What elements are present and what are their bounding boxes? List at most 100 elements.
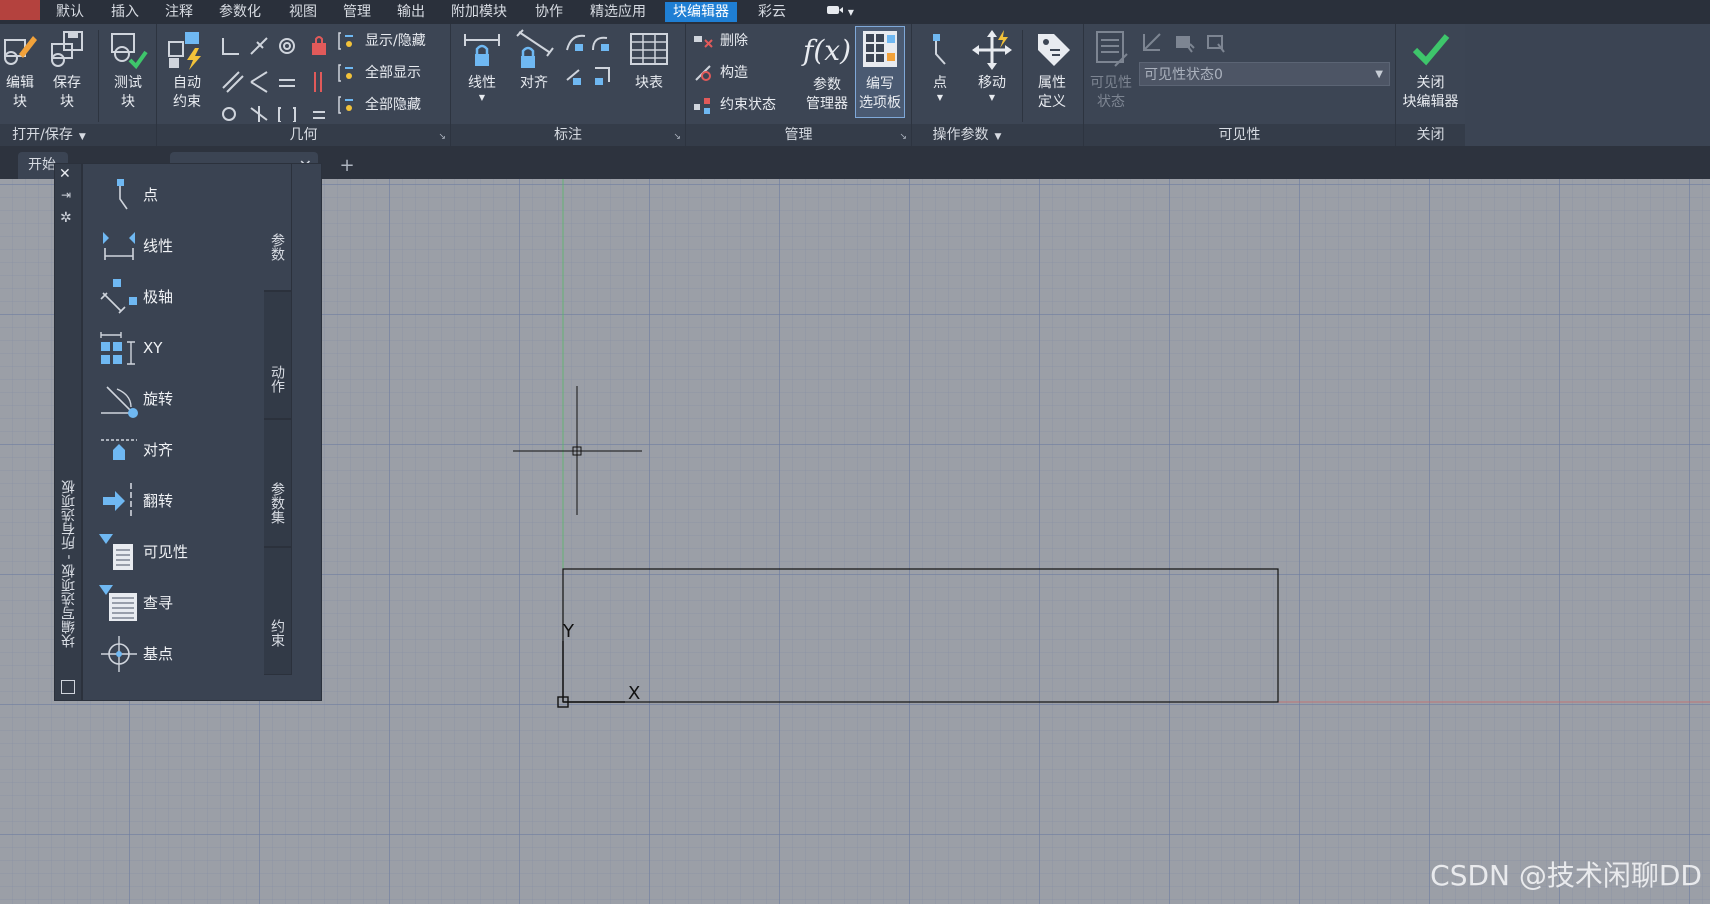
- auto-constrain-button[interactable]: 自动 约束: [163, 28, 211, 112]
- autohide-icon[interactable]: ⇥: [61, 188, 71, 202]
- constraint-status-button[interactable]: 约束状态: [692, 92, 776, 118]
- show-all-button[interactable]: 全部显示: [337, 60, 421, 86]
- panel-open-save: 编辑 块 保存 块 测试 块 打开/保存 ▼: [0, 24, 157, 146]
- dialog-launcher-icon[interactable]: ↘: [438, 132, 446, 142]
- workspace-dropdown[interactable]: ▾: [826, 4, 858, 20]
- edit-block-label-2: 块: [13, 94, 27, 110]
- point-param-icon: [933, 34, 946, 65]
- panel-geometry: 自动 约束 显示/隐藏 全部显示 全部隐藏 几何 ↘: [157, 24, 451, 146]
- palette-item-polar[interactable]: 极轴: [97, 276, 173, 316]
- save-block-label-2: 块: [60, 94, 74, 110]
- test-block-button[interactable]: 测试 块: [106, 28, 150, 112]
- palette-item-visibility[interactable]: 可见性: [97, 531, 188, 571]
- panel-manage: 删除 构造 约束状态 f(x) 参数 管理器 编写 选项板 管理 ↘: [686, 24, 912, 146]
- tab-caiyun[interactable]: 彩云: [750, 2, 794, 22]
- table-icon: [630, 33, 668, 65]
- hide-all-icon: [338, 96, 353, 114]
- crosshair-cursor: [513, 386, 642, 515]
- side-tab-parameter-sets[interactable]: 参数集: [264, 419, 292, 547]
- ucs-icon: [557, 641, 625, 708]
- palette-item-base-point[interactable]: 基点: [97, 633, 173, 673]
- linear-button[interactable]: 线性 ▼: [459, 28, 505, 103]
- side-tab-constraints[interactable]: 约束: [264, 547, 292, 675]
- linear-param-icon: [103, 231, 135, 260]
- delete-icon: [694, 36, 713, 48]
- visibility-state-select[interactable]: 可见性状态0 ▼: [1139, 62, 1390, 86]
- dialog-launcher-icon[interactable]: ↘: [673, 132, 681, 142]
- point-param-icon: [117, 178, 128, 209]
- chevron-down-icon: ▼: [936, 93, 944, 102]
- aligned-lock-icon: [516, 29, 554, 68]
- chevron-down-icon: ▼: [1375, 69, 1383, 80]
- tab-block-editor[interactable]: 块编辑器: [665, 2, 737, 22]
- gear-icon[interactable]: ✲: [60, 210, 72, 226]
- tab-default[interactable]: 默认: [48, 2, 92, 22]
- point-button[interactable]: 点 ▼: [920, 28, 960, 103]
- watermark: CSDN @技术闲聊DD: [1430, 859, 1702, 892]
- construct-button[interactable]: 构造: [692, 60, 748, 86]
- authoring-palette-label-2: 选项板: [859, 95, 901, 111]
- tab-parametric[interactable]: 参数化: [211, 2, 269, 22]
- palette-item-alignment[interactable]: 对齐: [97, 429, 173, 469]
- palette-menu-icon[interactable]: [61, 680, 75, 694]
- dialog-launcher-icon[interactable]: ↘: [899, 132, 907, 142]
- save-block-icon: [51, 31, 83, 67]
- app-logo[interactable]: [0, 0, 40, 20]
- delete-button[interactable]: 删除: [692, 28, 748, 54]
- save-block-button[interactable]: 保存 块: [46, 28, 88, 112]
- manage-panel-title: 管理: [686, 124, 911, 146]
- tab-featured-apps[interactable]: 精选应用: [582, 2, 654, 22]
- new-tab-plus-icon[interactable]: +: [336, 156, 358, 176]
- constraint-icon-grid[interactable]: [217, 32, 333, 122]
- tab-output[interactable]: 输出: [389, 2, 433, 22]
- block-rectangle[interactable]: [562, 568, 1279, 703]
- palette-item-point[interactable]: 点: [97, 174, 158, 214]
- open-save-panel-title[interactable]: 打开/保存 ▼: [0, 124, 98, 146]
- dimension-small-icons[interactable]: [563, 30, 613, 94]
- ribbon: 编辑 块 保存 块 测试 块 打开/保存 ▼ 自动 约束 显示/隐藏 全部显示 …: [0, 24, 1466, 146]
- checkmark-icon: [1412, 34, 1449, 66]
- panel-close: 关闭 块编辑器 关闭: [1396, 24, 1466, 146]
- close-block-editor-button[interactable]: 关闭 块编辑器: [1396, 28, 1465, 112]
- chevron-down-icon: ▼: [478, 93, 486, 102]
- palette-item-xy[interactable]: XY: [97, 327, 162, 367]
- block-table-button[interactable]: 块表: [623, 28, 675, 93]
- move-button[interactable]: 移动 ▼: [964, 28, 1020, 103]
- tab-addins[interactable]: 附加模块: [443, 2, 515, 22]
- edit-block-button[interactable]: 编辑 块: [0, 28, 40, 112]
- aligned-button[interactable]: 对齐: [511, 28, 557, 93]
- tab-insert[interactable]: 插入: [103, 2, 147, 22]
- block-authoring-palette[interactable]: ✕ ⇥ ✲ 块编写选项板 - 所有选项板 点 线性 极轴 XY 旋转 对齐 翻转…: [54, 163, 322, 701]
- xy-param-icon: [100, 331, 135, 365]
- block-table-label: 块表: [635, 75, 663, 91]
- show-hide-button[interactable]: 显示/隐藏: [337, 28, 426, 54]
- side-tab-actions[interactable]: 动作: [264, 291, 292, 419]
- action-params-panel-title[interactable]: 操作参数 ▼: [912, 124, 1022, 146]
- auto-constrain-icon: [168, 32, 201, 70]
- attribute-definition-button[interactable]: 属性 定义: [1026, 28, 1078, 112]
- side-tab-parameters[interactable]: 参数: [264, 163, 292, 291]
- palette-item-lookup[interactable]: 查寻: [97, 582, 173, 622]
- test-block-label-2: 块: [121, 94, 135, 110]
- tab-view[interactable]: 视图: [281, 2, 325, 22]
- authoring-palettes-button[interactable]: 编写 选项板: [855, 26, 905, 118]
- tab-manage[interactable]: 管理: [335, 2, 379, 22]
- tab-collaborate[interactable]: 协作: [527, 2, 571, 22]
- palette-item-rotation[interactable]: 旋转: [97, 378, 173, 418]
- attr-def-label-1: 属性: [1038, 75, 1066, 91]
- visibility-mode-icons[interactable]: [1140, 30, 1240, 56]
- construct-icon: [695, 65, 711, 81]
- palette-item-linear[interactable]: 线性: [97, 225, 173, 265]
- visibility-states-button[interactable]: 可见性 状态: [1086, 28, 1136, 112]
- hide-all-button[interactable]: 全部隐藏: [337, 92, 421, 118]
- tag-icon: [1038, 34, 1070, 66]
- ucs-x-label: X: [628, 683, 640, 704]
- palette-item-flip[interactable]: 翻转: [97, 480, 173, 520]
- visibility-param-icon: [99, 533, 133, 570]
- close-icon[interactable]: ✕: [59, 166, 71, 182]
- tab-annotate[interactable]: 注释: [157, 2, 201, 22]
- edit-block-icon: [4, 36, 37, 65]
- parameters-manager-button[interactable]: f(x) 参数 管理器: [802, 28, 852, 114]
- save-block-label-1: 保存: [53, 75, 81, 91]
- palette-title-strip[interactable]: ✕ ⇥ ✲ 块编写选项板 - 所有选项板: [54, 163, 82, 701]
